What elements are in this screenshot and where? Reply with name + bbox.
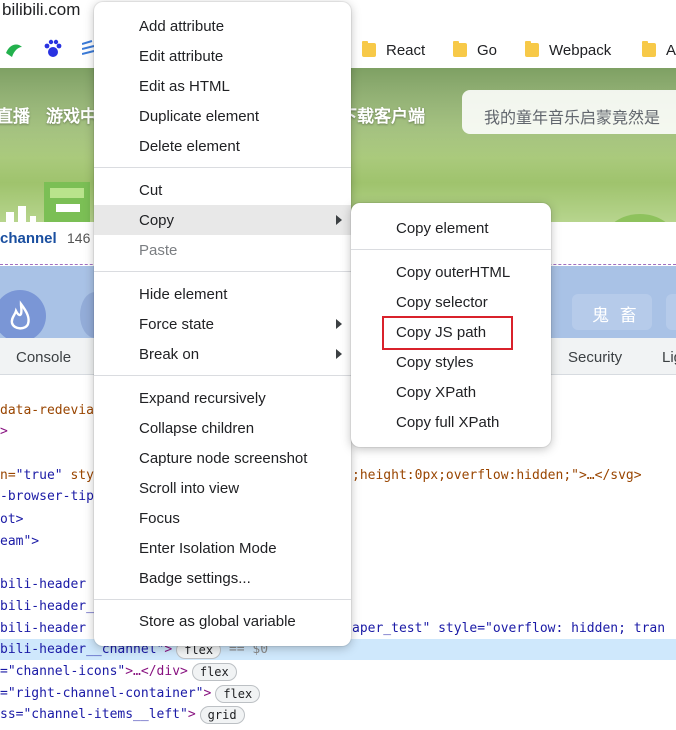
menu-item-collapse-children[interactable]: Collapse children bbox=[94, 413, 351, 443]
dom-node-line[interactable]: -browser-tip bbox=[0, 486, 94, 507]
dom-node-snippet: ;height:0px;overflow:hidden;">…</svg> bbox=[352, 468, 642, 483]
tab-console[interactable]: Console bbox=[16, 349, 71, 366]
folder-icon bbox=[362, 41, 376, 57]
bookmark-label: A bbox=[666, 41, 676, 59]
dom-node-line[interactable]: > bbox=[0, 421, 8, 442]
flex-badge[interactable]: flex bbox=[191, 662, 237, 681]
menu-item-edit-as-html[interactable]: Edit as HTML bbox=[94, 71, 351, 101]
flame-icon bbox=[10, 300, 30, 330]
channel-kichiku-label: 鬼 畜 bbox=[592, 306, 640, 325]
menu-item-hide-element[interactable]: Hide element bbox=[94, 279, 351, 309]
dom-node-line[interactable]: ss="channel-items__left"> grid bbox=[0, 704, 245, 725]
menu-item-scroll-into-view[interactable]: Scroll into view bbox=[94, 473, 351, 503]
channel-button[interactable] bbox=[666, 294, 676, 330]
grid-badge[interactable]: grid bbox=[199, 705, 245, 724]
menu-item-store-as-global-variable[interactable]: Store as global variable bbox=[94, 606, 351, 636]
bookmark-react[interactable]: React bbox=[362, 40, 425, 60]
flex-badge[interactable]: flex bbox=[215, 684, 261, 703]
menu-item-copy-element[interactable]: Copy element bbox=[351, 213, 551, 243]
search-input[interactable]: 我的童年音乐启蒙竟然是 bbox=[462, 90, 676, 134]
menu-item-copy-xpath[interactable]: Copy XPath bbox=[351, 377, 551, 407]
dom-node-line[interactable]: ="right-channel-container"> flex bbox=[0, 683, 261, 704]
menu-item-copy[interactable]: Copy bbox=[94, 205, 351, 235]
menu-item-delete-element[interactable]: Delete element bbox=[94, 131, 351, 161]
menu-item-paste: Paste bbox=[139, 242, 178, 259]
bookmark-label: Go bbox=[477, 41, 498, 59]
annotation-highlight-box bbox=[382, 316, 513, 350]
submenu-arrow-icon bbox=[336, 349, 342, 359]
menu-item-edit-attribute[interactable]: Edit attribute bbox=[94, 41, 351, 71]
bird-icon[interactable] bbox=[4, 39, 24, 59]
dom-node-line[interactable]: ot> bbox=[0, 509, 23, 530]
submenu-arrow-icon bbox=[336, 319, 342, 329]
nav-download-client[interactable]: 下载客户端 bbox=[340, 102, 425, 127]
dom-node-line[interactable]: bili-header l bbox=[0, 574, 102, 595]
dom-node-snippet: aper_test" style="overflow: hidden; tran bbox=[352, 621, 666, 636]
menu-item-copy-full-xpath[interactable]: Copy full XPath bbox=[351, 407, 551, 437]
folder-icon bbox=[453, 41, 467, 57]
dom-node-line[interactable]: data-redevia bbox=[0, 400, 94, 421]
search-placeholder: 我的童年音乐启蒙竟然是 bbox=[484, 110, 661, 127]
menu-separator bbox=[94, 271, 351, 272]
tab-security[interactable]: Security bbox=[568, 349, 622, 366]
tab-lighthouse[interactable]: Lig bbox=[662, 349, 676, 366]
dom-node-line[interactable]: bili-header_ bbox=[0, 596, 94, 617]
menu-item-copy-selector[interactable]: Copy selector bbox=[351, 287, 551, 317]
dom-node-line[interactable]: bili-header bbox=[0, 618, 86, 639]
dom-node-line[interactable]: ="channel-icons">…</div> flex bbox=[0, 661, 237, 682]
dom-node-line[interactable]: eam"> bbox=[0, 531, 39, 552]
menu-item-expand-recursively[interactable]: Expand recursively bbox=[94, 383, 351, 413]
menu-separator bbox=[94, 375, 351, 376]
menu-separator bbox=[94, 167, 351, 168]
menu-item-add-attribute[interactable]: Add attribute bbox=[94, 11, 351, 41]
nav-live[interactable]: 直播 bbox=[0, 102, 30, 127]
menu-item-copy-styles[interactable]: Copy styles bbox=[351, 347, 551, 377]
menu-item-cut[interactable]: Cut bbox=[94, 175, 351, 205]
fire-icon[interactable] bbox=[0, 290, 46, 342]
channel-label: channel bbox=[0, 230, 57, 247]
submenu-arrow-icon bbox=[336, 215, 342, 225]
menu-separator bbox=[94, 599, 351, 600]
menu-item-copy-outerhtml[interactable]: Copy outerHTML bbox=[351, 257, 551, 287]
menu-item-capture-node-screenshot[interactable]: Capture node screenshot bbox=[94, 443, 351, 473]
channel-count: 146 bbox=[67, 230, 91, 246]
url-text: bilibili.com bbox=[2, 0, 81, 19]
folder-icon bbox=[525, 41, 539, 57]
bookmark-go[interactable]: Go bbox=[453, 40, 497, 60]
menu-separator bbox=[351, 249, 551, 250]
folder-icon bbox=[642, 41, 656, 57]
paw-icon[interactable] bbox=[43, 39, 63, 59]
dom-node-line[interactable]: n="true" sty bbox=[0, 465, 94, 486]
menu-item-force-state[interactable]: Force state bbox=[94, 309, 351, 339]
menu-item-break-on[interactable]: Break on bbox=[94, 339, 351, 369]
menu-item-duplicate-element[interactable]: Duplicate element bbox=[94, 101, 351, 131]
menu-item-enter-isolation-mode[interactable]: Enter Isolation Mode bbox=[94, 533, 351, 563]
bookmark-webpack[interactable]: Webpack bbox=[525, 40, 611, 60]
bookmark-a[interactable]: A bbox=[642, 40, 676, 60]
context-menu: Add attribute Edit attribute Edit as HTM… bbox=[94, 2, 351, 646]
menu-item-badge-settings[interactable]: Badge settings... bbox=[94, 563, 351, 593]
bookmark-label: React bbox=[386, 41, 426, 59]
bookmark-label: Webpack bbox=[549, 41, 612, 59]
nav-game-center[interactable]: 游戏中 bbox=[46, 102, 97, 127]
menu-item-focus[interactable]: Focus bbox=[94, 503, 351, 533]
